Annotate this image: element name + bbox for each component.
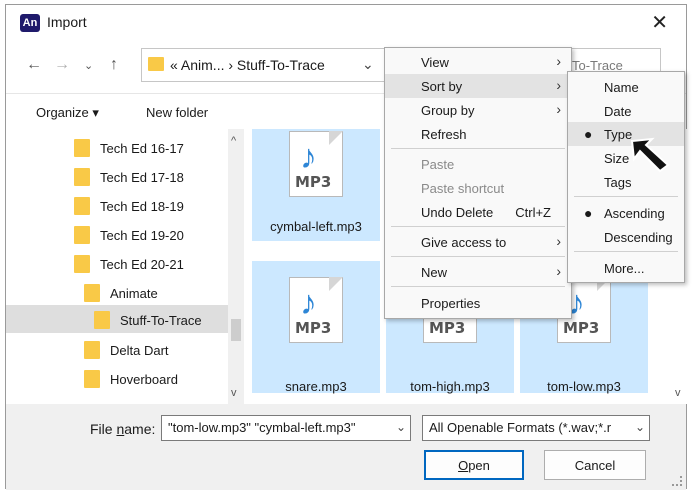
sort-option-name[interactable]: Name <box>568 75 684 99</box>
menu-separator <box>574 251 678 252</box>
audio-file-icon: ♪ MP3 <box>289 131 343 197</box>
menu-item-refresh[interactable]: Refresh <box>385 122 571 146</box>
menu-item-view[interactable]: View › <box>385 50 571 74</box>
menu-separator <box>391 148 565 149</box>
sort-by-submenu: Name Date ● Type Size Tags ● Ascending Des… <box>567 71 685 283</box>
tree-item-tech-ed-19-20[interactable]: Tech Ed 19-20 <box>74 222 184 248</box>
menu-item-undo-delete[interactable]: Undo Delete Ctrl+Z <box>385 200 571 224</box>
navigation-pane: Tech Ed 16-17 Tech Ed 17-18 Tech Ed 18-1… <box>6 129 244 404</box>
file-type-select[interactable]: All Openable Formats (*.wav;*.r ⌄ <box>422 415 650 441</box>
music-note-icon: ♪ <box>300 138 317 176</box>
folder-icon <box>74 255 90 273</box>
address-path: « Anim... › Stuff-To-Trace <box>170 57 325 73</box>
pointer-arrow-icon <box>630 137 670 173</box>
audio-file-icon: ♪ MP3 <box>289 277 343 343</box>
folder-icon <box>94 311 110 329</box>
folder-icon <box>74 139 90 157</box>
resize-grip-icon[interactable] <box>672 476 682 486</box>
organize-button[interactable]: Organize ▾ <box>36 105 99 121</box>
selected-bullet-icon: ● <box>584 205 593 221</box>
folder-icon <box>74 168 90 186</box>
new-folder-button[interactable]: New folder <box>146 105 208 120</box>
back-arrow-icon[interactable]: ← <box>26 56 42 74</box>
cancel-button[interactable]: Cancel <box>544 450 646 480</box>
dialog-footer: File name: "tom-low.mp3" "cymbal-left.mp… <box>6 404 686 490</box>
folder-icon <box>84 284 100 302</box>
title-bar: An Import ✕ <box>6 5 686 39</box>
folder-icon <box>74 226 90 244</box>
folder-icon <box>84 341 100 359</box>
folder-icon <box>84 370 100 388</box>
submenu-arrow-icon: › <box>556 101 561 117</box>
menu-item-group-by[interactable]: Group by › <box>385 98 571 122</box>
submenu-arrow-icon: › <box>556 53 561 69</box>
open-button[interactable]: Open <box>424 450 524 480</box>
scroll-up-icon[interactable]: ^ <box>231 135 236 147</box>
context-menu: View › Sort by › Group by › Refresh Paste P… <box>384 47 572 319</box>
scroll-down-icon[interactable]: v <box>675 387 681 399</box>
animate-app-icon: An <box>20 14 40 32</box>
chevron-down-icon[interactable]: ⌄ <box>634 420 645 434</box>
tree-scrollbar[interactable]: ^ v <box>228 129 244 404</box>
chevron-down-icon[interactable]: ⌄ <box>362 56 374 73</box>
close-icon[interactable]: ✕ <box>651 10 668 35</box>
folder-icon <box>148 57 164 71</box>
menu-separator <box>391 256 565 257</box>
file-name-label: File name: <box>90 421 156 437</box>
menu-item-give-access[interactable]: Give access to › <box>385 230 571 254</box>
file-item-cymbal-left[interactable]: ♪ MP3 cymbal-left.mp3 <box>252 129 380 241</box>
file-item-snare[interactable]: ♪ MP3 snare.mp3 <box>252 261 380 394</box>
submenu-arrow-icon: › <box>556 77 561 93</box>
scroll-down-icon[interactable]: v <box>231 387 237 399</box>
selected-bullet-icon: ● <box>584 126 593 142</box>
tree-item-hoverboard[interactable]: Hoverboard <box>84 366 178 392</box>
menu-item-paste-shortcut[interactable]: Paste shortcut <box>385 176 571 200</box>
menu-item-sort-by[interactable]: Sort by › <box>385 74 571 98</box>
submenu-arrow-icon: › <box>556 263 561 279</box>
music-note-icon: ♪ <box>300 284 317 322</box>
sort-option-more[interactable]: More... <box>568 256 684 280</box>
tree-item-delta-dart[interactable]: Delta Dart <box>84 337 169 363</box>
tree-scrollbar-thumb[interactable] <box>231 319 241 341</box>
tree-item-animate[interactable]: Animate <box>84 280 158 306</box>
menu-separator <box>574 196 678 197</box>
sort-option-date[interactable]: Date <box>568 99 684 123</box>
menu-separator <box>391 226 565 227</box>
sort-option-ascending[interactable]: ● Ascending <box>568 201 684 225</box>
up-arrow-icon[interactable]: ↑ <box>110 56 118 74</box>
menu-separator <box>391 286 565 287</box>
submenu-arrow-icon: › <box>556 233 561 249</box>
menu-item-new[interactable]: New › <box>385 260 571 284</box>
tree-item-tech-ed-20-21[interactable]: Tech Ed 20-21 <box>74 251 184 277</box>
tree-item-tech-ed-18-19[interactable]: Tech Ed 18-19 <box>74 193 184 219</box>
window-title: Import <box>47 14 87 30</box>
tree-item-tech-ed-17-18[interactable]: Tech Ed 17-18 <box>74 164 184 190</box>
chevron-down-icon[interactable]: ⌄ <box>395 420 406 434</box>
menu-item-properties[interactable]: Properties <box>385 291 571 315</box>
tree-item-tech-ed-16-17[interactable]: Tech Ed 16-17 <box>74 135 184 161</box>
recent-locations-chevron-icon[interactable]: ⌄ <box>84 59 93 72</box>
folder-icon <box>74 197 90 215</box>
menu-item-paste[interactable]: Paste <box>385 152 571 176</box>
tree-item-stuff-to-trace[interactable]: Stuff-To-Trace <box>94 307 202 333</box>
sort-option-descending[interactable]: Descending <box>568 225 684 249</box>
file-name-field[interactable]: "tom-low.mp3" "cymbal-left.mp3" ⌄ <box>161 415 411 441</box>
forward-arrow-icon[interactable]: → <box>54 56 70 74</box>
